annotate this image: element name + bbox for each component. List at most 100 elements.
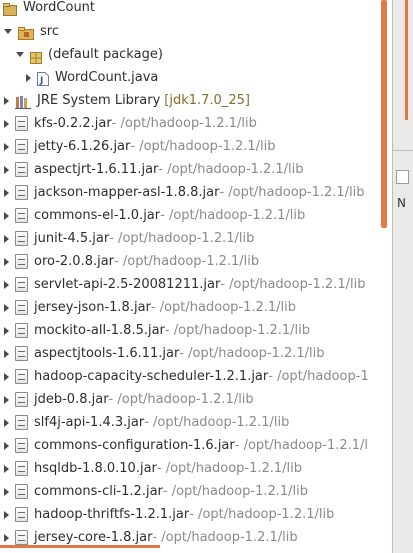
jar-row[interactable]: oro-2.0.8.jar - /opt/hadoop-1.2.1/lib <box>4 250 259 273</box>
collapse-arrow-icon[interactable] <box>4 326 9 335</box>
jar-name: jdeb-0.8.jar <box>34 392 109 407</box>
jar-name: commons-cli-1.2.jar <box>34 484 163 499</box>
jar-name: oro-2.0.8.jar <box>34 254 115 269</box>
collapse-arrow-icon[interactable] <box>4 96 9 105</box>
jar-name: slf4j-api-1.4.3.jar <box>34 415 145 430</box>
jar-path: - /opt/hadoop-1.2.1/lib <box>156 461 303 476</box>
jar-row[interactable]: commons-el-1.0.jar - /opt/hadoop-1.2.1/l… <box>4 204 305 227</box>
tree-node-default-package[interactable]: (default package) <box>16 43 163 66</box>
panel-label: N <box>397 196 406 210</box>
jre-version: [jdk1.7.0_25] <box>164 93 250 108</box>
collapse-arrow-icon[interactable] <box>4 372 9 381</box>
jar-path: - /opt/hadoop-1.2.1/lib <box>130 139 276 154</box>
collapse-arrow-icon[interactable] <box>4 487 9 496</box>
default-package-label: (default package) <box>48 47 163 62</box>
collapse-arrow-icon[interactable] <box>4 119 9 128</box>
jar-icon <box>15 139 28 154</box>
tree-node-jre-library[interactable]: JRE System Library [jdk1.7.0_25] <box>4 89 250 112</box>
collapse-arrow-icon[interactable] <box>4 464 9 473</box>
jar-name: aspectjrt-1.6.11.jar <box>34 162 159 177</box>
jar-path: - /opt/hadoop-1.2.1/lib <box>109 231 255 246</box>
jar-row[interactable]: mockito-all-1.8.5.jar - /opt/hadoop-1.2.… <box>4 319 310 342</box>
jar-name: jersey-json-1.8.jar <box>34 300 151 315</box>
jar-row[interactable]: commons-configuration-1.6.jar - /opt/had… <box>4 434 368 457</box>
collapse-arrow-icon[interactable] <box>26 73 31 82</box>
jar-row[interactable]: junit-4.5.jar - /opt/hadoop-1.2.1/lib <box>4 227 254 250</box>
project-wordcount[interactable]: WordCount <box>3 0 95 19</box>
collapse-arrow-icon[interactable] <box>4 211 9 220</box>
jar-path: - /opt/hadoop-1.2.1/lib <box>108 392 254 407</box>
expand-arrow-icon[interactable] <box>16 52 24 57</box>
collapse-arrow-icon[interactable] <box>4 165 9 174</box>
jar-icon <box>15 300 28 315</box>
wordcount-java-label: WordCount.java <box>55 70 159 85</box>
jar-name: hadoop-thriftfs-1.2.1.jar <box>34 507 190 522</box>
tree-node-src[interactable]: src <box>4 20 59 43</box>
jar-row[interactable]: slf4j-api-1.4.3.jar - /opt/hadoop-1.2.1/… <box>4 411 289 434</box>
package-icon <box>30 49 42 64</box>
collapse-arrow-icon[interactable] <box>4 418 9 427</box>
jar-path: - /opt/hadoop-1.2.1/lib <box>164 323 311 338</box>
right-side-panel: N <box>392 0 413 553</box>
java-file-icon: J <box>37 71 49 86</box>
jar-row[interactable]: aspectjtools-1.6.11.jar - /opt/hadoop-1.… <box>4 342 324 365</box>
src-label: src <box>40 24 59 39</box>
jar-path: - /opt/hadoop-1.2.1/lib <box>160 208 306 223</box>
panel-accent-bar <box>405 0 408 120</box>
jar-row[interactable]: commons-cli-1.2.jar - /opt/hadoop-1.2.1/… <box>4 480 308 503</box>
jar-row[interactable]: jdeb-0.8.jar - /opt/hadoop-1.2.1/lib <box>4 388 254 411</box>
collapse-arrow-icon[interactable] <box>4 234 9 243</box>
jar-icon <box>15 346 28 361</box>
jar-row[interactable]: hadoop-capacity-scheduler-1.2.1.jar - /o… <box>4 365 369 388</box>
collapse-arrow-icon[interactable] <box>4 510 9 519</box>
jar-name: junit-4.5.jar <box>34 231 110 246</box>
jar-row[interactable]: aspectjrt-1.6.11.jar - /opt/hadoop-1.2.1… <box>4 158 304 181</box>
jar-icon <box>15 185 28 200</box>
panel-view-icon[interactable] <box>396 170 409 184</box>
collapse-arrow-icon[interactable] <box>4 142 9 151</box>
tree-node-wordcount-java[interactable]: J WordCount.java <box>26 66 158 89</box>
jar-row[interactable]: servlet-api-2.5-20081211.jar - /opt/hado… <box>4 273 365 296</box>
collapse-arrow-icon[interactable] <box>4 280 9 289</box>
jar-icon <box>15 484 28 499</box>
jar-path: - /opt/hadoop-1.2.1/lib <box>150 300 297 315</box>
jar-row[interactable]: kfs-0.2.2.jar - /opt/hadoop-1.2.1/lib <box>4 112 257 135</box>
expand-arrow-icon[interactable] <box>4 29 12 34</box>
collapse-arrow-icon[interactable] <box>4 257 9 266</box>
tree-scrollbar[interactable] <box>381 0 387 228</box>
jar-path: - /opt/hadoop-1.2.1/l <box>234 438 369 453</box>
jar-path: - /opt/hadoop-1.2.1/lib <box>220 277 366 292</box>
collapse-arrow-icon[interactable] <box>4 303 9 312</box>
jar-row[interactable]: hsqldb-1.8.0.10.jar - /opt/hadoop-1.2.1/… <box>4 457 302 480</box>
collapse-arrow-icon[interactable] <box>4 395 9 404</box>
jar-name: hsqldb-1.8.0.10.jar <box>34 461 157 476</box>
jar-name: servlet-api-2.5-20081211.jar <box>34 277 221 292</box>
jar-row[interactable]: jetty-6.1.26.jar - /opt/hadoop-1.2.1/lib <box>4 135 276 158</box>
bottom-accent-bar <box>0 545 160 548</box>
jar-name: mockito-all-1.8.5.jar <box>34 323 165 338</box>
jar-icon <box>15 461 28 476</box>
jar-row[interactable]: jersey-json-1.8.jar - /opt/hadoop-1.2.1/… <box>4 296 296 319</box>
jar-name: commons-configuration-1.6.jar <box>34 438 235 453</box>
project-icon <box>3 1 17 16</box>
panel-divider <box>392 150 413 151</box>
svg-text:J: J <box>39 76 43 86</box>
jar-icon <box>15 415 28 430</box>
jar-path: - /opt/hadoop-1.2.1/lib <box>158 162 304 177</box>
jar-row[interactable]: hadoop-thriftfs-1.2.1.jar - /opt/hadoop-… <box>4 503 334 526</box>
jar-icon <box>15 392 28 407</box>
collapse-arrow-icon[interactable] <box>4 188 9 197</box>
jar-icon <box>15 254 28 269</box>
collapse-arrow-icon[interactable] <box>4 441 9 450</box>
jar-path: - /opt/hadoop-1.2.1/lib <box>144 415 290 430</box>
collapse-arrow-icon[interactable] <box>4 533 9 542</box>
jar-path: - /opt/hadoop-1.2.1/lib <box>162 484 309 499</box>
library-icon <box>15 94 31 109</box>
project-label: WordCount <box>23 0 96 15</box>
jar-name: jackson-mapper-asl-1.8.8.jar <box>34 185 220 200</box>
package-explorer-tree: WordCount src (default package) J WordCo… <box>0 0 392 553</box>
jar-name: jetty-6.1.26.jar <box>34 139 131 154</box>
jar-icon <box>15 438 28 453</box>
collapse-arrow-icon[interactable] <box>4 349 9 358</box>
jar-row[interactable]: jackson-mapper-asl-1.8.8.jar - /opt/hado… <box>4 181 365 204</box>
